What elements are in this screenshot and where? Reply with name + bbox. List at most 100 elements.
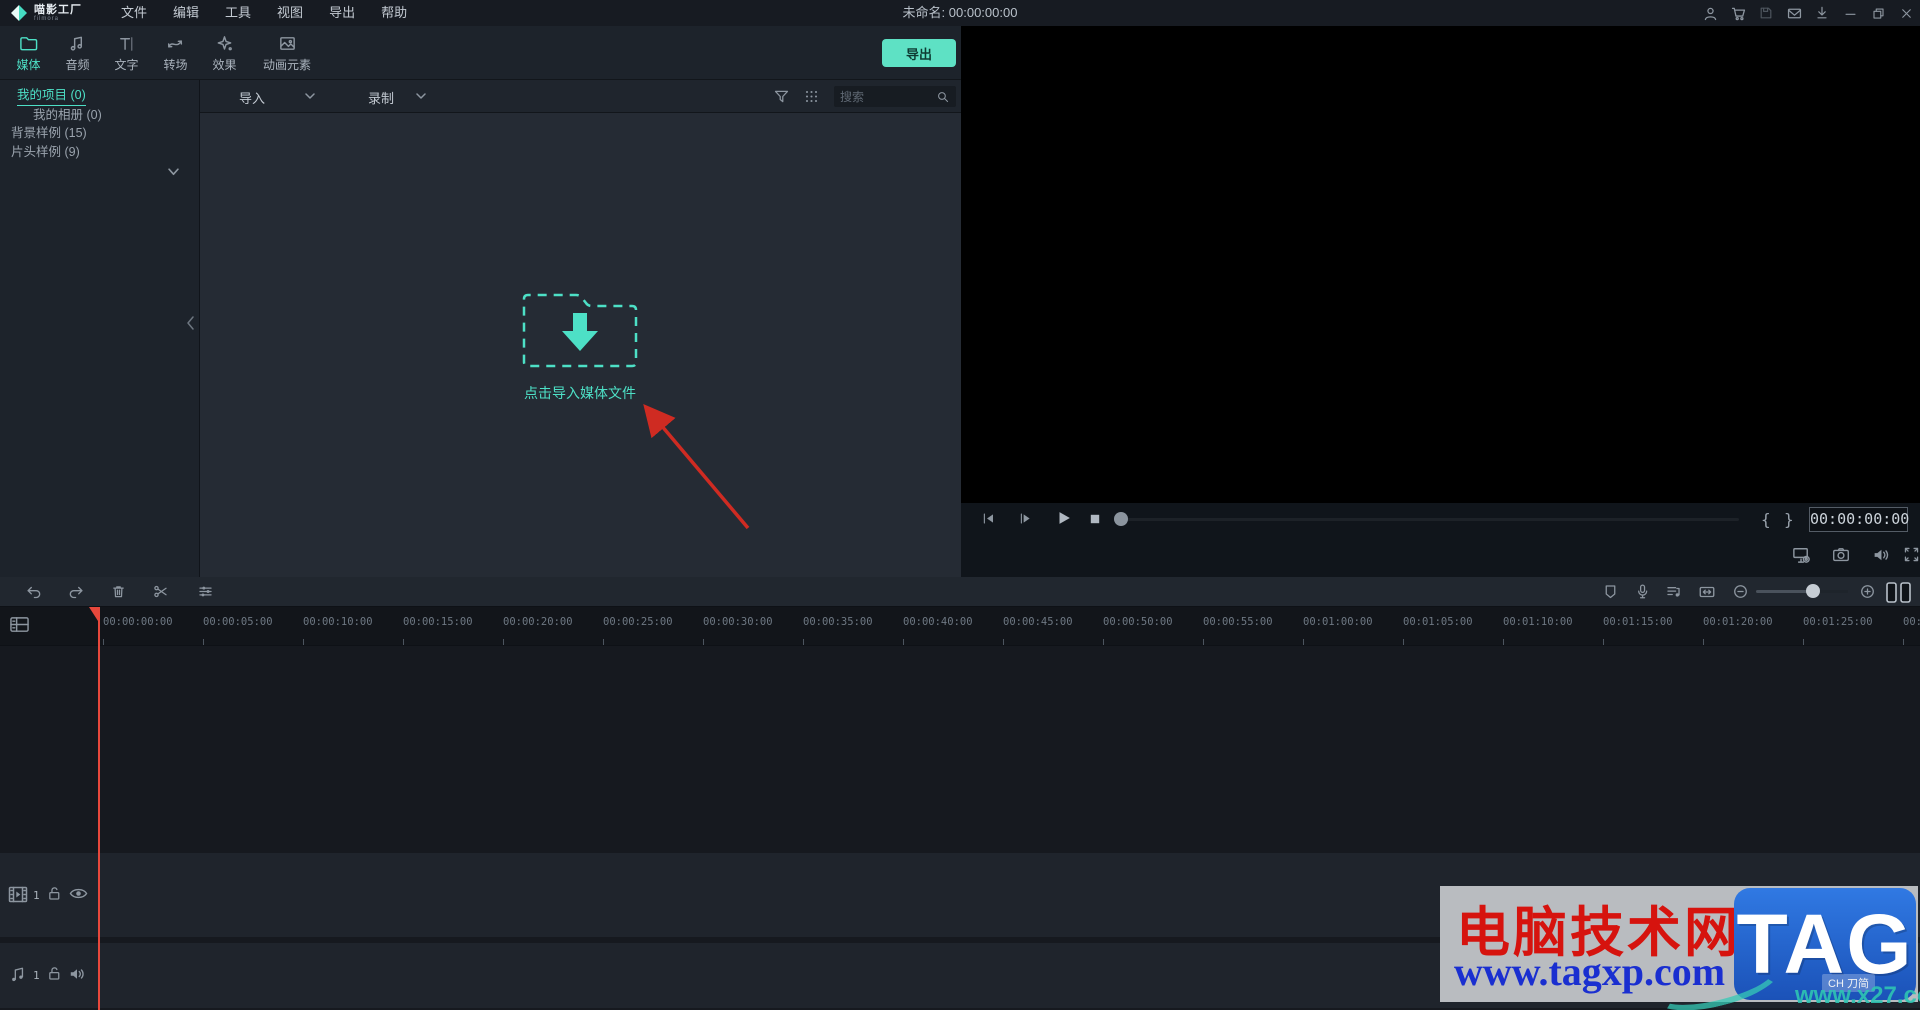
audio-mixer-icon[interactable] <box>1665 583 1682 600</box>
menu-help[interactable]: 帮助 <box>368 0 420 26</box>
video-track-icon <box>8 886 28 903</box>
sidebar-item-intro-samples[interactable]: 片头样例 (9) <box>11 141 80 160</box>
menu-view[interactable]: 视图 <box>264 0 316 26</box>
mark-in-button[interactable]: { <box>1761 510 1771 529</box>
zoom-in-icon[interactable] <box>1859 583 1876 600</box>
timeline-zoom-slider[interactable] <box>1756 590 1848 593</box>
fullscreen-icon[interactable] <box>1902 545 1920 564</box>
play-button[interactable] <box>1055 509 1073 532</box>
tab-media[interactable]: 媒体 <box>4 26 53 80</box>
manage-tracks-icon[interactable] <box>9 615 30 634</box>
search-input[interactable] <box>834 89 936 104</box>
tab-effects[interactable]: 效果 <box>200 26 249 80</box>
download-icon[interactable] <box>1808 0 1836 26</box>
tab-transitions[interactable]: 转场 <box>151 26 200 80</box>
stop-button[interactable] <box>1088 512 1102 531</box>
sidebar-item-my-album[interactable]: 我的相册 (0) <box>33 104 102 123</box>
display-settings-icon[interactable] <box>1791 544 1812 565</box>
video-track-lock-icon[interactable] <box>46 885 63 902</box>
record-button[interactable]: 录制 <box>368 88 394 107</box>
filter-icon[interactable] <box>773 88 790 105</box>
playhead-marker[interactable] <box>89 607 98 621</box>
tab-audio[interactable]: 音频 <box>53 26 102 80</box>
split-scissors-icon[interactable] <box>152 583 169 600</box>
adjust-settings-icon[interactable] <box>197 583 214 600</box>
ruler-tick <box>1803 639 1804 645</box>
video-viewport[interactable] <box>961 26 1920 503</box>
import-media-label: 点击导入媒体文件 <box>524 385 636 401</box>
delete-icon[interactable] <box>110 583 127 600</box>
menu-tools[interactable]: 工具 <box>212 0 264 26</box>
ruler-label: 00:01:00:00 <box>1303 616 1373 628</box>
marker-icon[interactable] <box>1602 583 1619 600</box>
undo-icon[interactable] <box>25 583 43 601</box>
minimize-button[interactable] <box>1836 0 1864 26</box>
playhead-line[interactable] <box>98 607 100 1010</box>
watermark-overlay-url: www.x27.com <box>1795 982 1920 1009</box>
cart-icon[interactable] <box>1724 0 1752 26</box>
mark-out-button[interactable]: } <box>1784 510 1794 529</box>
audio-track-mute-icon[interactable] <box>68 966 86 982</box>
restore-button[interactable] <box>1864 0 1892 26</box>
record-voiceover-icon[interactable] <box>1634 583 1651 600</box>
grid-view-icon[interactable] <box>804 89 819 109</box>
import-chevron-down-icon[interactable] <box>305 93 315 100</box>
app-name: 喵影工厂 <box>34 3 82 16</box>
chevron-down-icon[interactable] <box>168 168 179 176</box>
import-media-dropzone[interactable]: 点击导入媒体文件 <box>515 285 645 410</box>
elements-icon <box>279 36 295 50</box>
ruler-tick <box>903 639 904 645</box>
fit-timeline-icon[interactable] <box>1698 583 1716 601</box>
redo-icon[interactable] <box>67 583 85 601</box>
ruler-label: 00:00:55:00 <box>1203 616 1273 628</box>
seek-bar[interactable] <box>1127 518 1739 521</box>
previous-frame-button[interactable] <box>981 511 996 526</box>
app-subname: filmora <box>34 15 60 22</box>
sidebar-item-my-project[interactable]: 我的项目 (0) <box>17 84 86 106</box>
ruler-label: 00:00:45:00 <box>1003 616 1073 628</box>
effects-icon <box>217 35 232 50</box>
ruler-tick <box>1303 639 1304 645</box>
timeline-zoom-handle[interactable] <box>1806 584 1820 598</box>
ruler-tick <box>803 639 804 645</box>
close-button[interactable] <box>1892 0 1920 26</box>
tab-label: 媒体 <box>16 57 41 72</box>
save-icon[interactable] <box>1752 0 1780 26</box>
audio-track-lock-icon[interactable] <box>46 965 63 982</box>
sidebar-item-background-samples[interactable]: 背景样例 (15) <box>11 122 87 141</box>
import-button[interactable]: 导入 <box>239 88 265 107</box>
account-icon[interactable] <box>1696 0 1724 26</box>
ruler-label: 00:00:20:00 <box>503 616 573 628</box>
menu-export[interactable]: 导出 <box>316 0 368 26</box>
panel-layout-toggle[interactable] <box>1886 582 1912 608</box>
menu-edit[interactable]: 编辑 <box>160 0 212 26</box>
zoom-out-icon[interactable] <box>1732 583 1749 600</box>
next-frame-button[interactable] <box>1018 511 1033 526</box>
tab-elements[interactable]: 动画元素 <box>249 26 325 80</box>
ruler-label: 00:00:35:00 <box>803 616 873 628</box>
timeline-ruler[interactable]: 00:00:00:00 00:00:05:00 00:00:10:00 00:00:1… <box>0 607 1920 646</box>
export-button[interactable]: 导出 <box>882 39 956 67</box>
volume-icon[interactable] <box>1871 545 1891 565</box>
snapshot-camera-icon[interactable] <box>1831 545 1851 565</box>
menu-file[interactable]: 文件 <box>108 0 160 26</box>
ruler-tick <box>1403 639 1404 645</box>
ruler-label: 00:01:10:00 <box>1503 616 1573 628</box>
video-track-visibility-icon[interactable] <box>69 886 88 901</box>
seek-handle[interactable] <box>1114 512 1128 526</box>
ruler-tick <box>1903 639 1904 645</box>
ruler-label: 00:00:00:00 <box>103 616 173 628</box>
mail-icon[interactable] <box>1780 0 1808 26</box>
library-sidebar: 我的项目 (0) 我的相册 (0) 背景样例 (15) 片头样例 (9) <box>0 80 200 577</box>
tab-label: 转场 <box>163 57 188 72</box>
ruler-label: 00:00:10:00 <box>303 616 373 628</box>
ruler-label: 00:00:40:00 <box>903 616 973 628</box>
collapse-panel-icon[interactable] <box>186 314 195 332</box>
app-logo: 喵影工厂 filmora <box>0 4 100 22</box>
app-logo-icon <box>11 5 27 21</box>
media-panel-header: 导入 录制 <box>200 80 961 113</box>
record-chevron-down-icon[interactable] <box>416 93 426 100</box>
text-icon <box>120 36 133 51</box>
tab-text[interactable]: 文字 <box>102 26 151 80</box>
search-icon[interactable] <box>936 90 956 104</box>
